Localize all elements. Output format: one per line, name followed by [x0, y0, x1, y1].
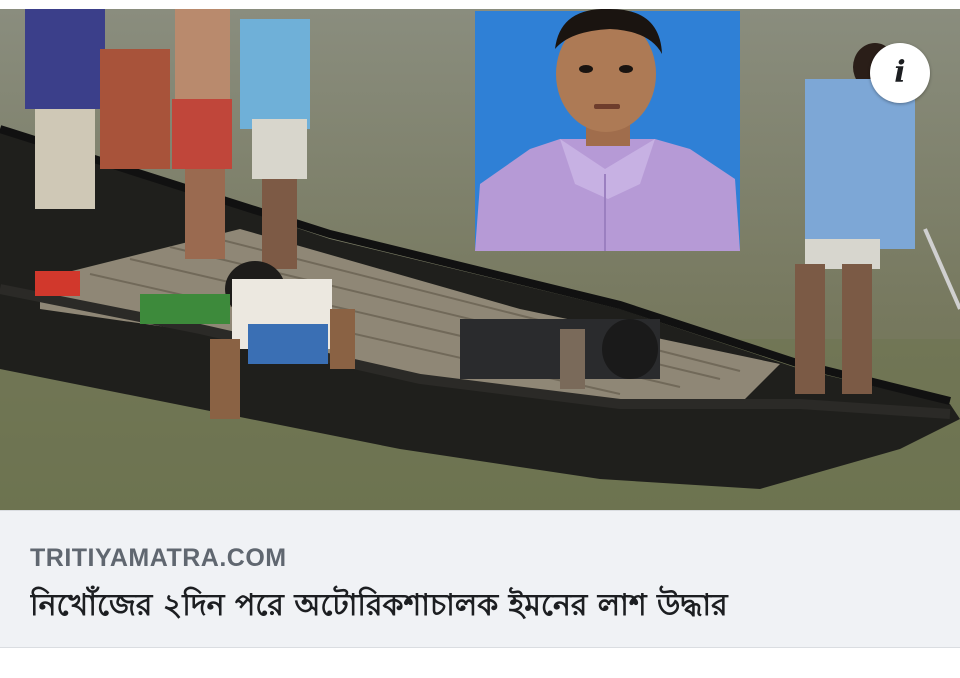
info-button[interactable]: i	[870, 43, 930, 103]
boat-scene-illustration	[0, 9, 960, 510]
preview-image[interactable]: i	[0, 9, 960, 510]
inset-portrait	[475, 9, 740, 251]
source-domain: TRITIYAMATRA.COM	[30, 544, 287, 572]
info-icon: i	[894, 55, 906, 90]
link-caption[interactable]: TRITIYAMATRA.COM নিখোঁজের ২দিন পরে অটোরি…	[0, 510, 960, 648]
link-preview-card[interactable]: i TRITIYAMATRA.COM নিখোঁজের ২দিন পরে অটো…	[0, 0, 960, 650]
article-headline[interactable]: নিখোঁজের ২দিন পরে অটোরিকশাচালক ইমনের লাশ…	[30, 581, 930, 632]
